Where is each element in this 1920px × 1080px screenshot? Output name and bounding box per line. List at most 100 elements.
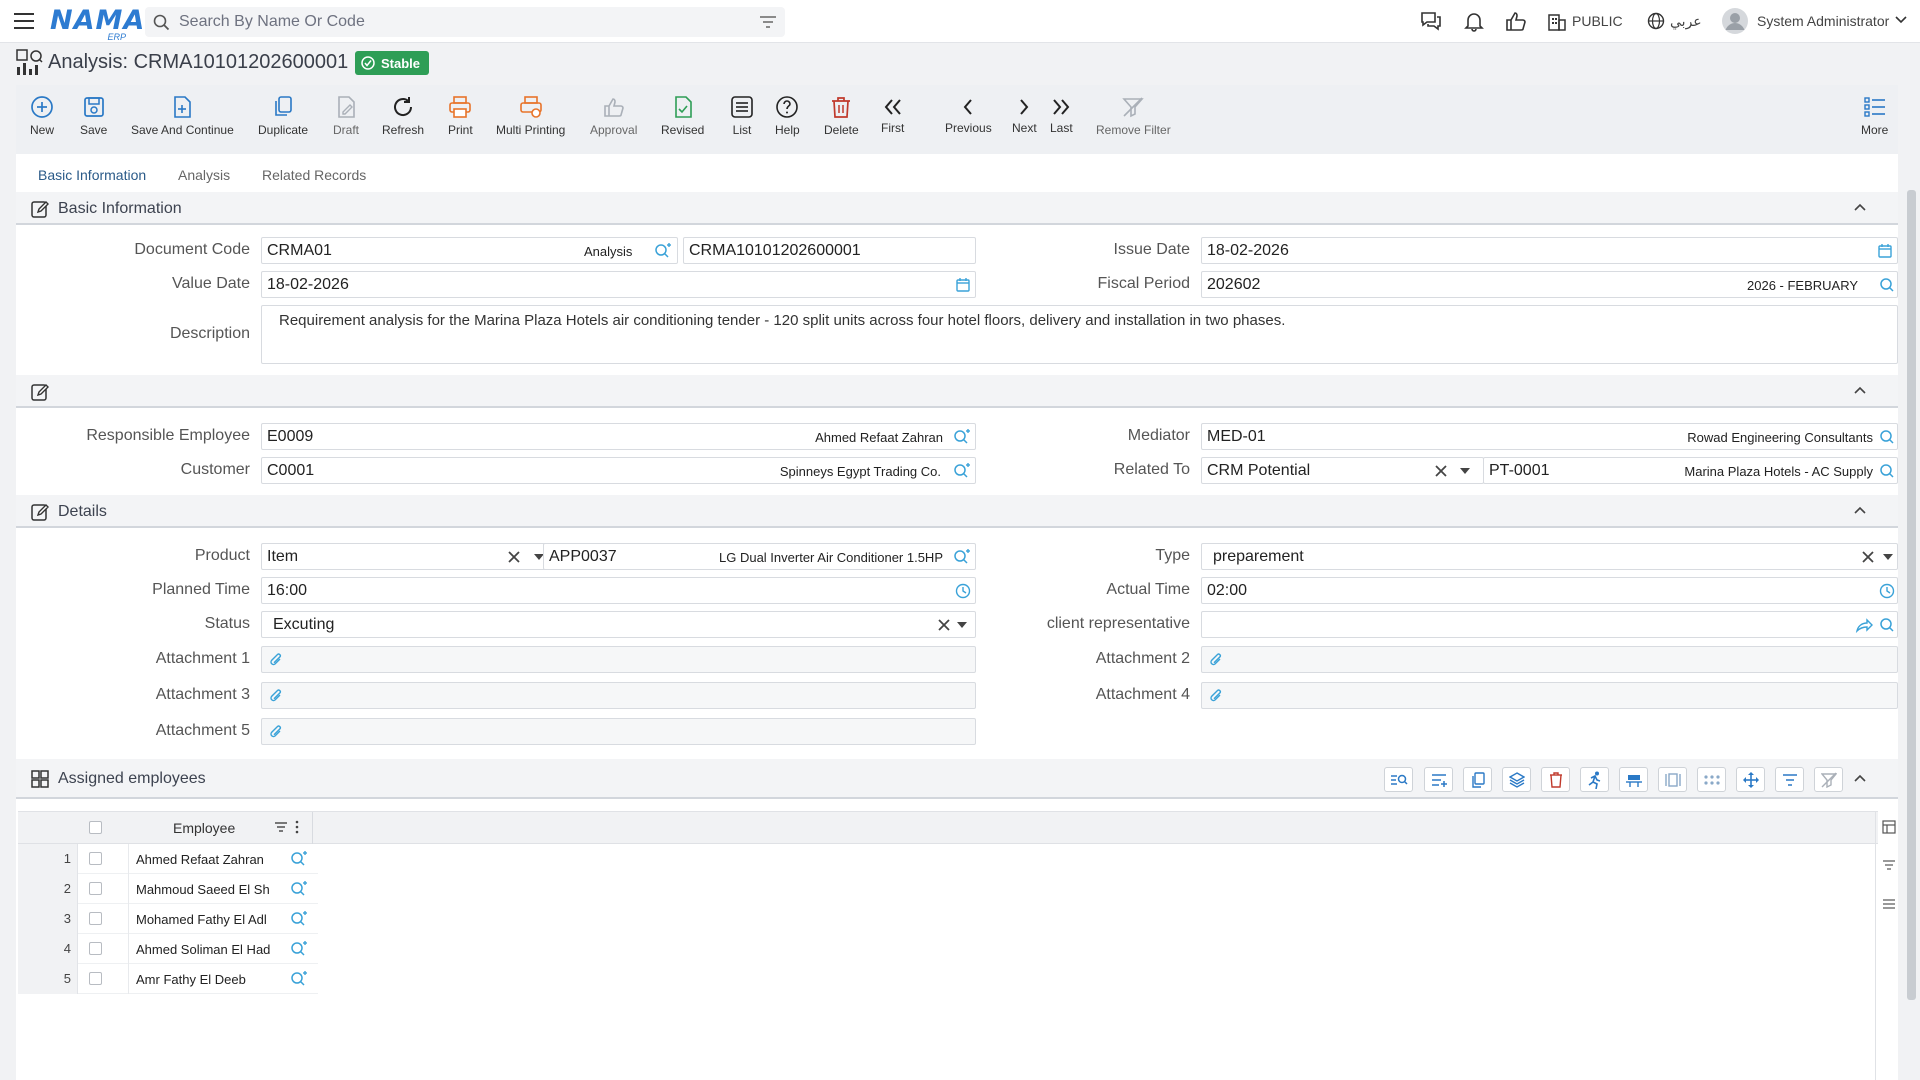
next-button[interactable]: Next [1012, 97, 1037, 135]
row-checkbox[interactable] [89, 942, 102, 955]
lookup-search-icon[interactable] [654, 243, 672, 259]
grid-move-button[interactable] [1736, 767, 1765, 792]
lookup-search-icon[interactable] [290, 971, 308, 987]
delete-button[interactable]: Delete [824, 95, 859, 137]
multi-printing-button[interactable]: Multi Printing [496, 95, 565, 137]
duplicate-button[interactable]: Duplicate [258, 95, 308, 137]
share-icon[interactable] [1855, 617, 1873, 633]
customer-field[interactable]: C0001 Spinneys Egypt Trading Co. [261, 457, 976, 484]
employee-name-cell[interactable]: Ahmed Soliman El Had [136, 942, 270, 957]
page-scrollbar[interactable] [1907, 190, 1916, 1000]
grid-columns-panel-icon[interactable] [1882, 820, 1896, 834]
first-button[interactable]: First [881, 97, 904, 135]
refresh-button[interactable]: Refresh [382, 95, 424, 137]
approval-button[interactable]: Approval [590, 95, 637, 137]
details-section-header[interactable]: Details [16, 495, 1898, 528]
grid-filter-panel-icon[interactable] [1882, 859, 1896, 871]
grid-table-button[interactable] [1619, 767, 1648, 792]
product-type-select[interactable]: Item [261, 543, 555, 570]
lookup-search-icon[interactable] [1879, 429, 1895, 445]
save-and-continue-button[interactable]: Save And Continue [131, 95, 234, 137]
client-representative-field[interactable] [1201, 611, 1898, 638]
employee-name-cell[interactable]: Amr Fathy El Deeb [136, 972, 246, 987]
chevron-down-icon[interactable] [1895, 15, 1907, 25]
list-button[interactable]: List [730, 95, 754, 137]
paperclip-icon[interactable] [1209, 688, 1223, 704]
value-date-field[interactable]: 18-02-2026 [261, 271, 976, 298]
attachment-3-field[interactable] [261, 682, 976, 709]
grid-add-row-button[interactable] [1424, 767, 1453, 792]
select-all-checkbox[interactable] [89, 821, 102, 834]
lookup-search-icon[interactable] [290, 911, 308, 927]
nama-logo[interactable]: NAMA ERP [50, 5, 144, 42]
grid-columns-button[interactable] [1658, 767, 1687, 792]
last-button[interactable]: Last [1050, 97, 1073, 135]
chat-icon[interactable] [1419, 10, 1443, 32]
notification-bell-icon[interactable] [1463, 10, 1485, 32]
attachment-2-field[interactable] [1201, 646, 1898, 673]
grid-delete-button[interactable] [1541, 767, 1570, 792]
actual-time-field[interactable]: 02:00 [1201, 577, 1898, 604]
related-to-record-field[interactable]: PT-0001 Marina Plaza Hotels - AC Supply [1483, 457, 1898, 484]
mediator-field[interactable]: MED-01 Rowad Engineering Consultants [1201, 423, 1898, 450]
tab-analysis[interactable]: Analysis [178, 167, 230, 193]
assigned-employees-section-header[interactable]: Assigned employees [16, 759, 1898, 799]
table-row[interactable]: 4 Ahmed Soliman El Had [18, 934, 318, 964]
table-row[interactable]: 1 Ahmed Refaat Zahran [18, 844, 318, 874]
table-row[interactable]: 3 Mohamed Fathy El Adl [18, 904, 318, 934]
lookup-search-icon[interactable] [1879, 277, 1895, 293]
grid-copy-button[interactable] [1463, 767, 1492, 792]
lookup-search-icon[interactable] [1879, 463, 1895, 479]
collapse-chevron-icon[interactable] [1854, 385, 1866, 395]
type-select[interactable]: preparement [1201, 543, 1898, 570]
clear-x-icon[interactable] [1861, 550, 1875, 564]
issue-date-field[interactable]: 18-02-2026 [1201, 237, 1898, 264]
employee-name-cell[interactable]: Ahmed Refaat Zahran [136, 852, 264, 867]
lookup-search-icon[interactable] [290, 941, 308, 957]
table-row[interactable]: 2 Mahmoud Saeed El Sh [18, 874, 318, 904]
grid-remove-filter-button[interactable] [1814, 767, 1843, 792]
product-item-field[interactable]: APP0037 LG Dual Inverter Air Conditioner… [543, 543, 976, 570]
dropdown-caret-icon[interactable] [1883, 554, 1893, 560]
user-name[interactable]: System Administrator [1757, 13, 1889, 29]
calendar-icon[interactable] [1877, 243, 1893, 259]
clear-x-icon[interactable] [507, 550, 521, 564]
thumbs-up-icon[interactable] [1505, 10, 1527, 32]
column-filter-icon[interactable] [274, 821, 288, 833]
remove-filter-button[interactable]: Remove Filter [1096, 95, 1171, 137]
document-number-field[interactable]: CRMA10101202600001 [683, 237, 976, 264]
save-button[interactable]: Save [80, 95, 107, 137]
status-select[interactable]: Excuting [261, 611, 976, 638]
grid-dots-button[interactable] [1697, 767, 1726, 792]
grid-layers-button[interactable] [1502, 767, 1531, 792]
lookup-search-icon[interactable] [290, 851, 308, 867]
grid-menu-panel-icon[interactable] [1882, 898, 1896, 910]
document-code-field[interactable]: CRMA01 Analysis [261, 237, 678, 264]
company-public-label[interactable]: PUBLIC [1572, 13, 1623, 29]
revised-button[interactable]: Revised [661, 95, 704, 137]
employee-column-header[interactable]: Employee [173, 820, 235, 836]
clear-x-icon[interactable] [1434, 464, 1448, 478]
row-checkbox[interactable] [89, 852, 102, 865]
more-button[interactable]: More [1861, 95, 1888, 137]
row-checkbox[interactable] [89, 912, 102, 925]
draft-button[interactable]: Draft [333, 95, 359, 137]
collapse-chevron-icon[interactable] [1854, 505, 1866, 515]
description-textarea[interactable]: Requirement analysis for the Marina Plaz… [261, 305, 1898, 364]
paperclip-icon[interactable] [1209, 652, 1223, 668]
previous-button[interactable]: Previous [945, 97, 992, 135]
responsible-employee-field[interactable]: E0009 Ahmed Refaat Zahran [261, 423, 976, 450]
attachment-5-field[interactable] [261, 718, 976, 745]
collapse-chevron-icon[interactable] [1854, 202, 1866, 212]
row-checkbox[interactable] [89, 882, 102, 895]
paperclip-icon[interactable] [269, 688, 283, 704]
clock-icon[interactable] [1879, 583, 1895, 599]
dropdown-caret-icon[interactable] [1460, 468, 1470, 474]
paperclip-icon[interactable] [269, 652, 283, 668]
fiscal-period-field[interactable]: 202602 2026 - FEBRUARY [1201, 271, 1898, 298]
grid-run-button[interactable] [1580, 767, 1609, 792]
tab-related-records[interactable]: Related Records [262, 167, 366, 193]
table-row[interactable]: 5 Amr Fathy El Deeb [18, 964, 318, 994]
hamburger-menu-icon[interactable] [13, 11, 35, 31]
attachment-1-field[interactable] [261, 646, 976, 673]
